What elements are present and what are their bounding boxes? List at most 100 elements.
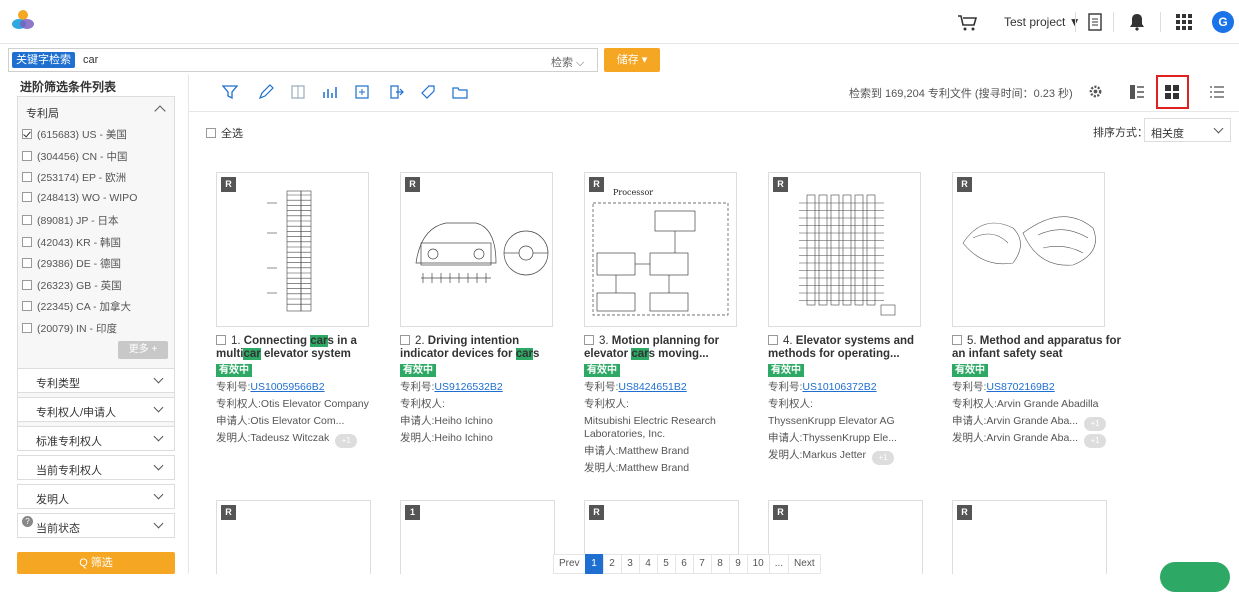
app-logo[interactable] xyxy=(12,10,34,30)
prev-page[interactable]: Prev xyxy=(553,554,586,574)
country-filter-item[interactable]: (248413) WO - WIPO xyxy=(22,191,137,204)
patent-thumbnail[interactable]: R xyxy=(768,172,921,327)
page-2[interactable]: 2 xyxy=(602,554,622,574)
checkbox[interactable] xyxy=(206,128,216,138)
analytics-icon[interactable] xyxy=(322,84,338,100)
more-badge[interactable]: +1 xyxy=(1084,417,1107,431)
filter-section[interactable]: 当前状态? xyxy=(17,513,175,538)
filter-section[interactable]: 发明人 xyxy=(17,484,175,509)
cart-icon[interactable] xyxy=(957,15,977,31)
checkbox[interactable] xyxy=(22,258,32,268)
checkbox[interactable] xyxy=(584,335,594,345)
patent-number-link[interactable]: US8702169B2 xyxy=(986,381,1054,393)
collapse-icon[interactable] xyxy=(154,105,166,117)
patent-title[interactable]: 5. Method and apparatus for an infant sa… xyxy=(952,335,1122,361)
country-filter-item[interactable]: (29386) DE - 德国 xyxy=(22,256,121,271)
patent-card[interactable]: R 4. Elevator systems and methods for ope… xyxy=(768,172,923,472)
patent-card[interactable]: 1 xyxy=(400,500,555,574)
document-icon[interactable] xyxy=(1088,13,1102,31)
patent-title[interactable]: 4. Elevator systems and methods for oper… xyxy=(768,335,938,361)
filter-icon[interactable] xyxy=(222,84,238,100)
checkbox[interactable] xyxy=(22,150,32,161)
checkbox[interactable] xyxy=(22,172,32,182)
sort-dropdown[interactable]: 相关度 xyxy=(1144,118,1231,142)
patent-thumbnail[interactable]: R xyxy=(952,172,1105,327)
country-filter-item[interactable]: (253174) EP - 欧洲 xyxy=(22,170,126,185)
patent-thumbnail[interactable]: Processor R xyxy=(584,172,737,327)
filter-section[interactable]: 专利类型 xyxy=(17,368,175,393)
page-3[interactable]: 3 xyxy=(620,554,640,574)
patent-card[interactable]: R 5. Method and apparatus for an infant s… xyxy=(952,172,1121,472)
checkbox[interactable] xyxy=(22,215,32,225)
more-badge[interactable]: +1 xyxy=(1084,434,1107,448)
checkbox[interactable] xyxy=(400,335,410,345)
page-8[interactable]: 8 xyxy=(710,554,730,574)
pen-icon[interactable] xyxy=(258,84,274,100)
patent-number-link[interactable]: US10106372B2 xyxy=(802,381,876,393)
checkbox[interactable] xyxy=(22,191,32,202)
bell-icon[interactable] xyxy=(1128,13,1146,31)
checkbox[interactable] xyxy=(22,301,32,311)
country-filter-item[interactable]: (26323) GB - 英国 xyxy=(22,278,122,293)
page-6[interactable]: 6 xyxy=(674,554,694,574)
patent-card[interactable]: R 2. Driving intention indicator devices … xyxy=(400,172,555,472)
page-10[interactable]: 10 xyxy=(746,554,770,574)
help-icon[interactable]: ? xyxy=(22,516,33,527)
checkbox[interactable] xyxy=(22,279,32,290)
grid-view-icon[interactable] xyxy=(1164,84,1180,100)
page-4[interactable]: 4 xyxy=(638,554,658,574)
book-icon[interactable] xyxy=(290,84,306,100)
split-view-icon[interactable] xyxy=(1129,84,1145,100)
filter-button[interactable]: Q 筛选 xyxy=(17,552,175,574)
checkbox[interactable] xyxy=(952,335,962,345)
checkbox[interactable] xyxy=(22,236,32,247)
select-all-checkbox[interactable]: 全选 xyxy=(206,125,243,141)
page-11[interactable]: ... xyxy=(768,554,790,574)
compare-icon[interactable] xyxy=(354,84,370,100)
checkbox[interactable] xyxy=(22,129,32,139)
page-7[interactable]: 7 xyxy=(692,554,712,574)
chat-bubble[interactable] xyxy=(1160,562,1230,592)
page-1[interactable]: 1 xyxy=(584,554,604,574)
more-badge[interactable]: +1 xyxy=(872,451,895,465)
patent-office-header[interactable]: 专利局 xyxy=(26,105,59,121)
patent-number-link[interactable]: US8424651B2 xyxy=(618,381,686,393)
patent-card[interactable]: R xyxy=(216,500,371,574)
folder-icon[interactable] xyxy=(452,84,468,100)
next-page[interactable]: Next xyxy=(788,554,821,574)
patent-number-link[interactable]: US10059566B2 xyxy=(250,381,324,393)
patent-card[interactable]: Processor R 3. Motion planning for elevato… xyxy=(584,172,739,474)
settings-icon[interactable] xyxy=(1088,84,1103,99)
filter-section[interactable]: 当前专利权人 xyxy=(17,455,175,480)
patent-card[interactable]: R xyxy=(952,500,1107,574)
project-selector[interactable]: Test project ▼ xyxy=(1004,15,1081,29)
country-filter-item[interactable]: (304456) CN - 中国 xyxy=(22,149,127,164)
keyword-search-tag[interactable]: 关键字检索 xyxy=(12,52,75,68)
patent-title[interactable]: 3. Motion planning for elevator cars mov… xyxy=(584,335,754,361)
country-filter-item[interactable]: (20079) IN - 印度 xyxy=(22,321,117,336)
user-avatar[interactable]: G xyxy=(1212,11,1234,33)
patent-thumbnail[interactable]: R xyxy=(400,172,553,327)
checkbox[interactable] xyxy=(216,335,226,345)
page-5[interactable]: 5 xyxy=(656,554,676,574)
more-badge[interactable]: +1 xyxy=(335,434,358,448)
patent-title[interactable]: 1. Connecting cars in a multicar elevato… xyxy=(216,335,386,361)
tag-icon[interactable] xyxy=(420,84,436,100)
page-9[interactable]: 9 xyxy=(728,554,748,574)
country-filter-item[interactable]: (89081) JP - 日本 xyxy=(22,213,119,228)
patent-thumbnail[interactable]: R xyxy=(216,172,369,327)
filter-section[interactable]: 专利权人/申请人 xyxy=(17,397,175,422)
country-filter-item[interactable]: (22345) CA - 加拿大 xyxy=(22,299,131,314)
list-view-icon[interactable] xyxy=(1209,84,1225,100)
apps-grid-icon[interactable] xyxy=(1176,14,1192,30)
patent-number-link[interactable]: US9126532B2 xyxy=(434,381,502,393)
more-button[interactable]: 更多 + xyxy=(118,341,168,359)
search-input[interactable]: 关键字检索 car 检索 ⌵ xyxy=(8,48,598,72)
checkbox[interactable] xyxy=(22,322,32,333)
save-button[interactable]: 储存 ▾ xyxy=(604,48,660,72)
checkbox[interactable] xyxy=(768,335,778,345)
patent-title[interactable]: 2. Driving intention indicator devices f… xyxy=(400,335,570,361)
country-filter-item[interactable]: (42043) KR - 韩国 xyxy=(22,235,121,250)
filter-section[interactable]: 标准专利权人 xyxy=(17,426,175,451)
search-mode-dropdown[interactable]: 检索 ⌵ xyxy=(551,54,584,70)
